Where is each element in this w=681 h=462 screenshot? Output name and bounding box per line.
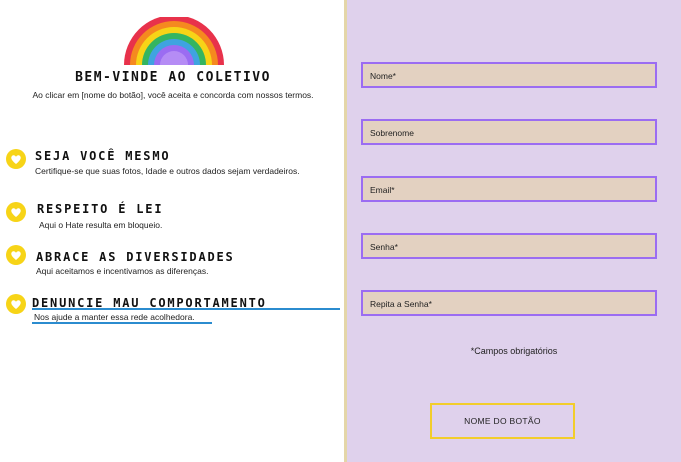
heart-icon bbox=[6, 202, 26, 222]
password-input[interactable] bbox=[363, 236, 655, 258]
last-name-input[interactable] bbox=[363, 122, 655, 144]
selection-underline bbox=[32, 308, 340, 310]
submit-button[interactable]: NOME DO BOTÃO bbox=[430, 403, 575, 439]
confirm-password-field bbox=[361, 290, 657, 316]
password-field bbox=[361, 233, 657, 259]
rule-description: Nos ajude a manter essa rede acolhedora. bbox=[34, 312, 195, 322]
terms-notice: Ao clicar em [nome do botão], você aceit… bbox=[32, 90, 314, 100]
heart-icon bbox=[6, 294, 26, 314]
rainbow-icon bbox=[124, 17, 224, 65]
email-field bbox=[361, 176, 657, 202]
rule-description: Aqui o Hate resulta em bloqueio. bbox=[39, 220, 163, 230]
heart-icon bbox=[6, 245, 26, 265]
rule-title: SEJA VOCÊ MESMO bbox=[35, 149, 171, 163]
first-name-input[interactable] bbox=[363, 65, 655, 87]
email-input[interactable] bbox=[363, 179, 655, 201]
selection-underline bbox=[32, 322, 212, 324]
rule-title: RESPEITO É LEI bbox=[37, 202, 164, 216]
rule-description: Certifique-se que suas fotos, Idade e ou… bbox=[35, 166, 300, 176]
confirm-password-input[interactable] bbox=[363, 293, 655, 315]
page-title: BEM-VINDE AO COLETIVO bbox=[75, 70, 271, 85]
required-fields-note: *Campos obrigatórios bbox=[470, 346, 558, 356]
heart-icon bbox=[6, 149, 26, 169]
first-name-field bbox=[361, 62, 657, 88]
rule-title: ABRACE AS DIVERSIDADES bbox=[36, 250, 235, 264]
last-name-field bbox=[361, 119, 657, 145]
rule-description: Aqui aceitamos e incentivamos as diferen… bbox=[36, 266, 209, 276]
